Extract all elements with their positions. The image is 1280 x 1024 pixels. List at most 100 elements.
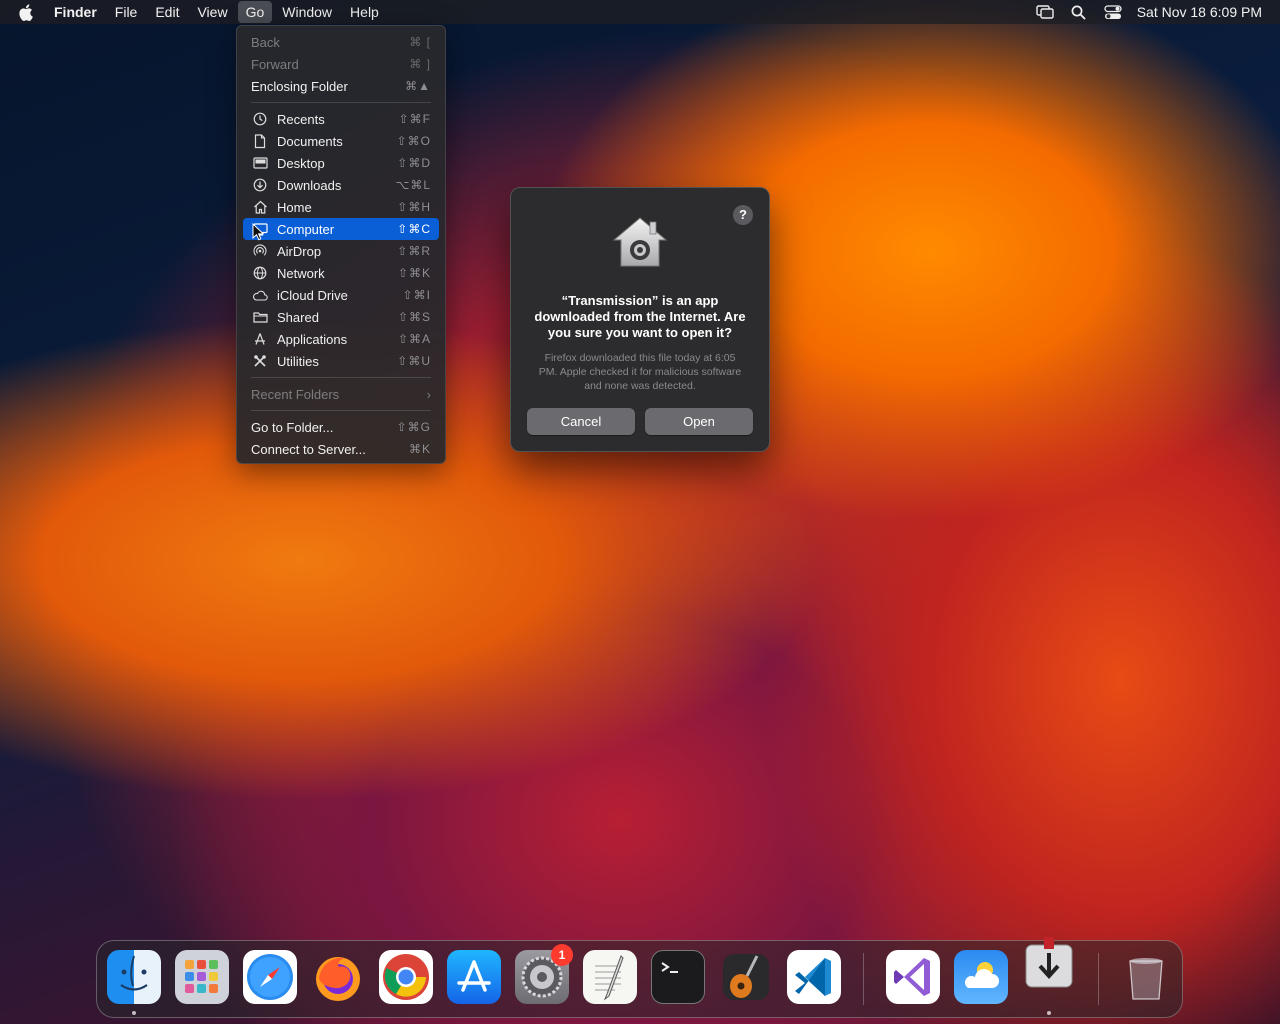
shortcut-label: ⌘ [ xyxy=(409,35,431,49)
menu-item-downloads[interactable]: Downloads ⌥⌘L xyxy=(243,174,439,196)
apple-logo-icon[interactable] xyxy=(14,1,36,23)
clock-icon xyxy=(251,111,269,127)
cancel-button[interactable]: Cancel xyxy=(527,408,635,435)
gatekeeper-dialog: ? “Transmission” is an app downloaded fr… xyxy=(510,187,770,452)
menu-item-label: Enclosing Folder xyxy=(251,78,348,94)
shortcut-label: ⌘ ] xyxy=(409,57,431,71)
menu-item-forward[interactable]: Forward ⌘ ] xyxy=(243,53,439,75)
utilities-icon xyxy=(251,353,269,369)
menu-item-label: Desktop xyxy=(277,155,325,171)
go-menu-dropdown: Back ⌘ [ Forward ⌘ ] Enclosing Folder ⌘▲… xyxy=(236,25,446,464)
dock-transmission-icon[interactable] xyxy=(1022,935,1076,989)
menu-item-label: Recents xyxy=(277,111,325,127)
menu-item-label: iCloud Drive xyxy=(277,287,348,303)
menu-item-network[interactable]: Network ⇧⌘K xyxy=(243,262,439,284)
dock-divider xyxy=(1098,953,1099,1005)
shortcut-label: ⇧⌘I xyxy=(402,288,431,302)
menu-view[interactable]: View xyxy=(189,1,235,23)
dock-weather-icon[interactable] xyxy=(954,950,1008,1004)
globe-icon xyxy=(251,265,269,281)
menu-edit[interactable]: Edit xyxy=(147,1,187,23)
notification-badge: 1 xyxy=(551,944,573,966)
running-indicator xyxy=(1047,1011,1051,1015)
open-button[interactable]: Open xyxy=(645,408,753,435)
shortcut-label: ⇧⌘G xyxy=(396,420,431,434)
shortcut-label: ⇧⌘K xyxy=(397,266,431,280)
menu-item-desktop[interactable]: Desktop ⇧⌘D xyxy=(243,152,439,174)
menu-item-recents[interactable]: Recents ⇧⌘F xyxy=(243,108,439,130)
dock-finder-icon[interactable] xyxy=(107,950,161,1004)
shortcut-label: ⇧⌘S xyxy=(397,310,431,324)
menu-window[interactable]: Window xyxy=(274,1,340,23)
menu-item-shared[interactable]: Shared ⇧⌘S xyxy=(243,306,439,328)
menu-finder[interactable]: Finder xyxy=(46,1,105,23)
menu-item-go-to-folder[interactable]: Go to Folder... ⇧⌘G xyxy=(243,416,439,438)
dock-chrome-icon[interactable] xyxy=(379,950,433,1004)
mouse-cursor-icon xyxy=(252,222,265,246)
document-icon xyxy=(251,133,269,149)
menu-item-label: Shared xyxy=(277,309,319,325)
menu-separator xyxy=(251,410,431,411)
menu-item-enclosing-folder[interactable]: Enclosing Folder ⌘▲ xyxy=(243,75,439,97)
menu-item-recent-folders[interactable]: Recent Folders › xyxy=(243,383,439,405)
desktop-wallpaper xyxy=(0,0,1280,1024)
menu-item-label: AirDrop xyxy=(277,243,322,259)
desktop-icon xyxy=(251,155,269,171)
menu-bar-clock[interactable]: Sat Nov 18 6:09 PM xyxy=(1137,4,1262,20)
shortcut-label: ⇧⌘H xyxy=(397,200,431,214)
menu-separator xyxy=(251,102,431,103)
shortcut-label: ⇧⌘F xyxy=(398,112,431,126)
menu-item-label: Network xyxy=(277,265,325,281)
menu-file[interactable]: File xyxy=(107,1,146,23)
menu-item-label: Back xyxy=(251,34,280,50)
menu-item-connect-to-server[interactable]: Connect to Server... ⌘K xyxy=(243,438,439,460)
dock-launchpad-icon[interactable] xyxy=(175,950,229,1004)
shortcut-label: ⌘▲ xyxy=(405,79,431,93)
menu-item-airdrop[interactable]: AirDrop ⇧⌘R xyxy=(243,240,439,262)
shortcut-label: ⇧⌘O xyxy=(396,134,431,148)
control-center-icon[interactable] xyxy=(1103,4,1123,20)
dialog-message: Firefox downloaded this file today at 6:… xyxy=(538,352,742,392)
shortcut-label: ⇧⌘A xyxy=(397,332,431,346)
menu-item-label: Documents xyxy=(277,133,343,149)
dock-visual-studio-icon[interactable] xyxy=(886,950,940,1004)
menu-item-utilities[interactable]: Utilities ⇧⌘U xyxy=(243,350,439,372)
menu-item-label: Connect to Server... xyxy=(251,441,366,457)
dock-garageband-icon[interactable] xyxy=(719,950,773,1004)
dialog-title: “Transmission” is an app downloaded from… xyxy=(534,293,746,340)
dock-app-store-icon[interactable] xyxy=(447,950,501,1004)
menu-item-computer[interactable]: Computer ⇧⌘C xyxy=(243,218,439,240)
menu-item-applications[interactable]: Applications ⇧⌘A xyxy=(243,328,439,350)
dock-textedit-icon[interactable] xyxy=(583,950,637,1004)
home-icon xyxy=(251,199,269,215)
shortcut-label: ⌘K xyxy=(408,442,431,456)
dock-safari-icon[interactable] xyxy=(243,950,297,1004)
menu-item-icloud-drive[interactable]: iCloud Drive ⇧⌘I xyxy=(243,284,439,306)
dock-system-settings-icon[interactable]: 1 xyxy=(515,944,573,1004)
menu-item-label: Applications xyxy=(277,331,348,347)
menu-help[interactable]: Help xyxy=(342,1,387,23)
help-button[interactable]: ? xyxy=(733,205,753,225)
shortcut-label: ⇧⌘R xyxy=(397,244,431,258)
menu-bar: Finder File Edit View Go Window Help Sat… xyxy=(0,0,1280,24)
dock: 1 xyxy=(96,937,1183,1018)
menu-separator xyxy=(251,377,431,378)
menu-item-documents[interactable]: Documents ⇧⌘O xyxy=(243,130,439,152)
dock-divider xyxy=(863,953,864,1005)
shortcut-label: ⇧⌘C xyxy=(397,222,431,236)
dock-vscode-icon[interactable] xyxy=(787,950,841,1004)
menu-go[interactable]: Go xyxy=(237,1,273,23)
dock-firefox-icon[interactable] xyxy=(311,950,365,1004)
menu-item-label: Go to Folder... xyxy=(251,419,334,435)
dock-trash-icon[interactable] xyxy=(1119,950,1173,1004)
spotlight-search-icon[interactable] xyxy=(1069,4,1089,20)
menu-item-home[interactable]: Home ⇧⌘H xyxy=(243,196,439,218)
menu-item-back[interactable]: Back ⌘ [ xyxy=(243,31,439,53)
chevron-right-icon: › xyxy=(426,386,431,402)
applications-icon xyxy=(251,331,269,347)
shortcut-label: ⇧⌘D xyxy=(397,156,431,170)
gatekeeper-app-icon xyxy=(610,212,670,272)
menu-item-label: Downloads xyxy=(277,177,342,193)
dock-terminal-icon[interactable] xyxy=(651,950,705,1004)
screen-mirroring-icon[interactable] xyxy=(1035,4,1055,20)
